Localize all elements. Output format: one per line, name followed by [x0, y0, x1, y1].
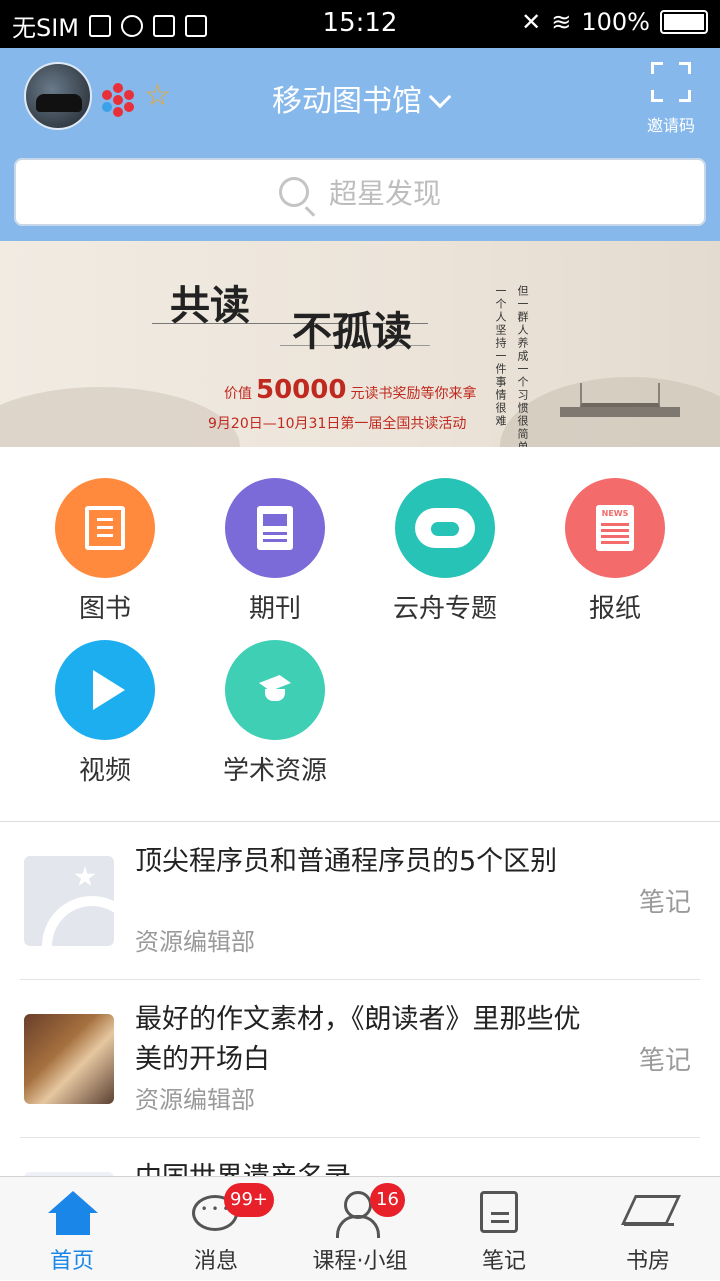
battery-percent: 100%	[581, 8, 650, 36]
bottom-tab-bar: 首页 99+ 消息 16 课程·小组 笔记 书房	[0, 1176, 720, 1280]
list-item-title: 中国世界遗产名录	[135, 1158, 585, 1176]
book-icon	[55, 478, 155, 578]
list-item[interactable]: 顶尖程序员和普通程序员的5个区别 资源编辑部 笔记	[20, 822, 700, 980]
note-button[interactable]: 笔记	[630, 1040, 700, 1077]
category-label: 云舟专题	[392, 594, 497, 624]
banner-value-line: 价值 50000 元读书奖励等你来拿	[224, 375, 477, 405]
scan-icon	[651, 62, 691, 102]
invite-code-button[interactable]: 邀请码	[646, 58, 696, 136]
mute-icon: ✕	[521, 8, 542, 36]
category-label: 期刊	[248, 594, 301, 624]
search-input[interactable]: 超星发现	[14, 158, 706, 226]
chevron-down-icon	[428, 85, 452, 109]
play-icon	[55, 640, 155, 740]
note-button[interactable]: 笔记	[630, 882, 700, 919]
tab-bookshelf[interactable]: 书房	[576, 1177, 720, 1281]
banner-heading-1: 共读	[170, 282, 250, 329]
promo-banner[interactable]: 共读 不孤读 价值 50000 元读书奖励等你来拿 9月20日—10月31日第一届全…	[0, 241, 720, 447]
list-item-title: 最好的作文素材，《朗读者》里那些优美的开场白	[135, 1004, 581, 1075]
list-item-title: 顶尖程序员和普通程序员的5个区别	[135, 846, 558, 877]
banner-vertical-text: 一个人坚持一件事情很难 但一群人养成一个习惯很简单	[494, 285, 529, 447]
graduation-cap-icon	[225, 640, 325, 740]
category-newspapers[interactable]: NEWS 报纸	[530, 478, 700, 625]
newspaper-icon: NEWS	[565, 478, 665, 578]
list-item-source: 资源编辑部	[135, 1086, 255, 1114]
list-item-source: 资源编辑部	[135, 928, 255, 956]
category-label: 学术资源	[222, 756, 327, 786]
banner-heading-2: 不孤读	[292, 308, 412, 355]
list-item[interactable]: 中国世界遗产名录	[20, 1138, 700, 1176]
tab-messages[interactable]: 99+ 消息	[144, 1177, 288, 1281]
wifi-icon: ≋	[551, 8, 572, 36]
category-label: 报纸	[588, 594, 641, 624]
banner-date: 9月20日—10月31日第一届全国共读活动	[208, 416, 467, 432]
battery-icon	[660, 10, 708, 34]
category-label: 图书	[78, 594, 131, 624]
message-count-badge: 99+	[224, 1183, 274, 1217]
feed-list[interactable]: 顶尖程序员和普通程序员的5个区别 资源编辑部 笔记 最好的作文素材，《朗读者》里…	[0, 822, 720, 1176]
course-count-badge: 16	[370, 1183, 405, 1217]
bookshelf-icon	[624, 1191, 674, 1227]
search-placeholder: 超星发现	[328, 177, 441, 210]
invite-code-label: 邀请码	[646, 116, 695, 135]
magazine-icon	[225, 478, 325, 578]
app-header: ☆ 移动图书馆 邀请码 超星发现	[0, 48, 720, 241]
status-bar: 无SIM 15:12 ✕ ≋ 100%	[0, 0, 720, 48]
page-title: 移动图书馆	[272, 84, 422, 119]
list-item[interactable]: 最好的作文素材，《朗读者》里那些优美的开场白 资源编辑部 笔记	[20, 980, 700, 1138]
tab-home[interactable]: 首页	[0, 1177, 144, 1281]
category-yunzhou[interactable]: 云舟专题	[360, 478, 530, 625]
tab-notes[interactable]: 笔记	[432, 1177, 576, 1281]
category-label: 视频	[78, 756, 131, 786]
cloud-icon	[395, 478, 495, 578]
home-icon	[48, 1191, 98, 1235]
search-icon	[278, 177, 309, 207]
category-grid: 图书 期刊 云舟专题 NEWS 报纸 视频 学术资源	[0, 448, 720, 821]
category-academic[interactable]: 学术资源	[190, 640, 360, 787]
category-videos[interactable]: 视频	[20, 640, 190, 787]
category-journals[interactable]: 期刊	[190, 478, 360, 625]
category-books[interactable]: 图书	[20, 478, 190, 625]
tab-courses-groups[interactable]: 16 课程·小组	[288, 1177, 432, 1281]
app-logo-thumbnail	[24, 856, 114, 946]
library-selector[interactable]: 移动图书馆	[0, 76, 720, 120]
article-thumbnail	[24, 1014, 114, 1104]
note-icon	[480, 1191, 518, 1233]
status-right: ✕ ≋ 100%	[521, 8, 708, 36]
